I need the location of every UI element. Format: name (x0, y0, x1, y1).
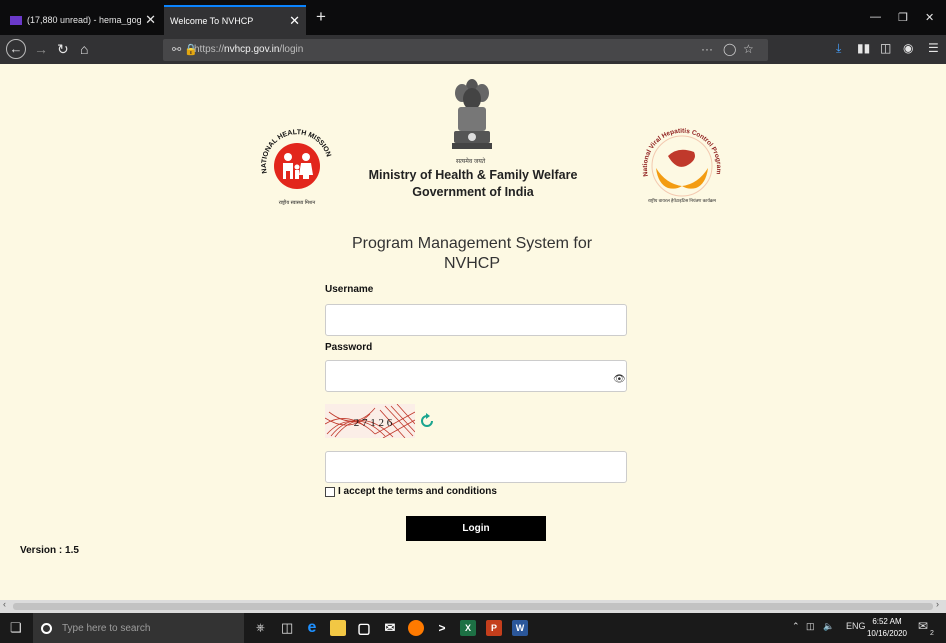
search-placeholder: Type here to search (62, 622, 151, 634)
url-path: /login (279, 44, 304, 55)
word-icon[interactable]: W (512, 620, 528, 636)
restore-icon[interactable]: ❐ (898, 11, 908, 24)
new-tab-button[interactable]: + (316, 7, 326, 27)
scroll-right-icon[interactable]: › (936, 599, 939, 609)
shield-icon[interactable]: ⚯ (172, 43, 181, 56)
cortana-icon (41, 622, 52, 634)
terms-checkbox[interactable] (325, 486, 335, 497)
url-text: https://nvhcp.gov.in/login (194, 44, 303, 55)
username-label: Username (325, 284, 374, 295)
scroll-left-icon[interactable]: ‹ (3, 599, 6, 609)
svg-text:राष्ट्रीय वायरल हेपेटाइटिस निय: राष्ट्रीय वायरल हेपेटाइटिस नियंत्रण कार्… (648, 197, 716, 203)
terms-label[interactable]: I accept the terms and conditions (338, 486, 497, 497)
page-actions-icon[interactable]: ··· (701, 42, 713, 56)
tab-title: Welcome To NVHCP (170, 16, 254, 26)
file-explorer-icon[interactable] (330, 620, 346, 636)
back-icon[interactable]: ← (6, 39, 26, 59)
reload-icon[interactable]: ↻ (57, 41, 69, 57)
captcha-image: 2 7 1 2 6 (325, 404, 415, 438)
tab-nvhcp[interactable]: Welcome To NVHCP ✕ (164, 5, 306, 35)
powerpoint-icon[interactable]: P (486, 620, 502, 636)
menu-icon[interactable]: ☰ (928, 41, 939, 55)
version-label: Version : 1.5 (20, 545, 79, 556)
pocket-icon[interactable]: ◯ (723, 42, 736, 56)
close-icon[interactable]: ✕ (145, 12, 156, 28)
windows-start-icon[interactable]: ❏ (10, 620, 22, 636)
captcha-text: 2 7 1 2 6 (354, 417, 393, 429)
store-icon[interactable]: ▢ (356, 620, 372, 636)
horizontal-scrollbar[interactable]: ‹ › (0, 599, 946, 613)
task-view-icon[interactable]: ◫ (281, 620, 293, 636)
url-host: nvhcp.gov.in (224, 44, 280, 55)
ministry-title: Ministry of Health & Family Welfare (368, 168, 578, 182)
government-title: Government of India (412, 185, 534, 199)
taskbar-clock[interactable]: 6:52 AM 10/16/2020 (866, 616, 908, 640)
microphone-icon[interactable]: ⎈ (256, 620, 265, 636)
emblem-motto: सत्यमेव जयते (456, 159, 486, 165)
edge-icon[interactable]: e (304, 620, 320, 636)
password-label: Password (325, 342, 373, 353)
url-scheme: https:// (194, 44, 225, 55)
terminal-icon[interactable]: > (434, 620, 450, 636)
captcha-input[interactable] (325, 451, 627, 483)
scrollbar-thumb[interactable] (13, 603, 933, 610)
address-bar[interactable]: ⚯ 🔒 https://nvhcp.gov.in/login ··· ◯ ☆ (163, 39, 768, 61)
forward-icon[interactable]: → (34, 41, 48, 57)
notification-count: 2 (930, 630, 934, 637)
national-emblem-icon (452, 79, 492, 149)
svg-text:राष्ट्रीय स्वास्थ्य मिशन: राष्ट्रीय स्वास्थ्य मिशन (279, 199, 316, 206)
close-icon[interactable]: ✕ (289, 13, 300, 29)
tab-mail[interactable]: (17,880 unread) - hema_gogia@ ✕ (4, 5, 162, 35)
mail-icon (10, 15, 22, 25)
library-icon[interactable]: ▮▮ (857, 41, 870, 55)
extension-icon[interactable]: ◉ (903, 41, 913, 55)
windows-taskbar: ❏ Type here to search ⎈ ◫ e ▢ ✉ > X P W … (0, 613, 946, 643)
bookmark-star-icon[interactable]: ☆ (743, 42, 754, 56)
refresh-captcha-icon[interactable] (418, 412, 436, 430)
download-icon[interactable]: ⤓ (836, 41, 841, 56)
password-input[interactable] (325, 360, 627, 392)
mail-app-icon[interactable]: ✉ (382, 620, 398, 636)
network-icon[interactable]: ◫ (806, 621, 815, 632)
home-icon[interactable]: ⌂ (80, 41, 88, 57)
close-window-icon[interactable]: ✕ (925, 11, 934, 24)
clock-time: 6:52 AM (872, 617, 902, 626)
browser-tab-bar: (17,880 unread) - hema_gogia@ ✕ Welcome … (0, 0, 946, 35)
minimize-icon[interactable]: — (870, 11, 881, 23)
excel-icon[interactable]: X (460, 620, 476, 636)
tab-title: (17,880 unread) - hema_gogia@ (27, 15, 142, 25)
username-input[interactable] (325, 304, 627, 336)
page-title: Program Management System for NVHCP (351, 235, 593, 272)
taskbar-search[interactable]: Type here to search (33, 613, 244, 643)
login-button[interactable]: Login (406, 516, 546, 541)
show-password-icon[interactable]: 👁 (613, 374, 626, 385)
language-indicator[interactable]: ENG (846, 621, 866, 631)
terms-checkbox-row[interactable]: I accept the terms and conditions (325, 486, 497, 497)
volume-icon[interactable]: 🔈 (823, 621, 834, 632)
clock-date: 10/16/2020 (866, 629, 908, 638)
tray-expand-icon[interactable]: ⌃ (792, 621, 800, 632)
firefox-icon[interactable] (408, 620, 424, 636)
notifications-icon[interactable]: ✉ (918, 619, 928, 633)
nvhcp-logo: National Viral Hepatitis Control Program… (642, 128, 722, 203)
sidebar-icon[interactable]: ◫ (880, 41, 891, 55)
